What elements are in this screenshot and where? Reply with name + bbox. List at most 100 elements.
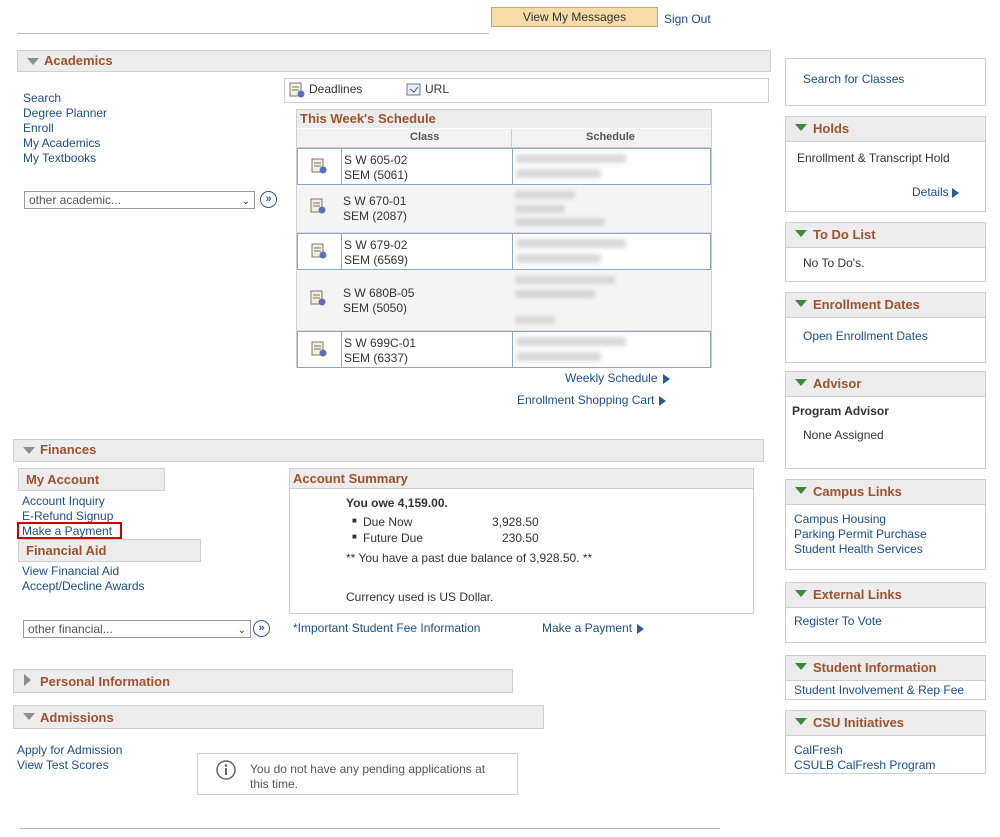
account-inquiry-link[interactable]: Account Inquiry: [22, 494, 105, 508]
student-info-pagelet: Student Information Student Involvement …: [785, 655, 986, 700]
search-classes-box: Search for Classes: [785, 58, 986, 106]
accept-decline-link[interactable]: Accept/Decline Awards: [22, 579, 145, 593]
financial-select[interactable]: other financial... ⌄: [23, 620, 251, 638]
sign-out-link[interactable]: Sign Out: [664, 12, 711, 26]
column-header-schedule: Schedule: [586, 131, 635, 143]
campus-links-pagelet: Campus Links Campus Housing Parking Perm…: [785, 479, 986, 570]
class-details-icon[interactable]: [311, 243, 327, 259]
academics-link-enroll[interactable]: Enroll: [23, 121, 54, 135]
header-divider: [511, 129, 512, 147]
academics-link-degree-planner[interactable]: Degree Planner: [23, 106, 107, 120]
redacted-schedule: [516, 337, 626, 346]
todo-pagelet: To Do List No To Do's.: [785, 222, 986, 282]
academics-link-my-textbooks[interactable]: My Textbooks: [23, 151, 96, 165]
arrow-right-icon: [662, 373, 670, 384]
view-messages-button[interactable]: View My Messages: [491, 7, 658, 27]
class-details-icon[interactable]: [310, 290, 326, 306]
table-row: S W 679-02 SEM (6569): [297, 233, 711, 270]
admissions-notice: You do not have any pending applications…: [197, 753, 518, 795]
search-classes-link[interactable]: Search for Classes: [803, 72, 904, 86]
collapse-icon: [795, 590, 807, 597]
e-refund-link[interactable]: E-Refund Signup: [22, 509, 113, 523]
table-row: S W 670-01 SEM (2087): [297, 185, 711, 233]
academic-select[interactable]: other academic... ⌄: [24, 191, 255, 209]
class-code: S W 670-01: [343, 194, 407, 208]
tab-url[interactable]: URL: [425, 82, 449, 96]
class-details-icon[interactable]: [310, 198, 326, 214]
table-row: S W 699C-01 SEM (6337): [297, 331, 711, 368]
weekly-schedule-link[interactable]: Weekly Schedule: [565, 371, 670, 385]
open-enrollment-dates-link[interactable]: Open Enrollment Dates: [803, 329, 928, 343]
academics-link-my-academics[interactable]: My Academics: [23, 136, 100, 150]
collapse-icon: [795, 300, 807, 307]
admissions-header[interactable]: Admissions: [13, 705, 544, 729]
external-links-header[interactable]: External Links: [786, 583, 985, 608]
class-section: SEM (5050): [343, 301, 408, 315]
tab-deadlines[interactable]: Deadlines: [309, 82, 362, 96]
collapse-icon: [795, 124, 807, 131]
collapse-icon: [795, 663, 807, 670]
arrow-right-icon: [951, 187, 959, 198]
class-section: SEM (6569): [344, 253, 409, 267]
todo-header[interactable]: To Do List: [786, 223, 985, 248]
chevron-down-icon: ⌄: [237, 625, 246, 636]
redacted-schedule: [515, 276, 615, 284]
view-test-scores-link[interactable]: View Test Scores: [17, 758, 109, 772]
due-now-value: 3,928.50: [492, 515, 539, 529]
view-financial-aid-link[interactable]: View Financial Aid: [22, 564, 119, 578]
my-account-header: My Account: [18, 468, 165, 491]
holds-header[interactable]: Holds: [786, 117, 985, 142]
calfresh-link[interactable]: CalFresh: [794, 743, 843, 757]
campus-links-header[interactable]: Campus Links: [786, 480, 985, 505]
finances-header[interactable]: Finances: [13, 439, 764, 462]
academics-link-search[interactable]: Search: [23, 91, 61, 105]
parking-permit-link[interactable]: Parking Permit Purchase: [794, 527, 927, 541]
student-involvement-link[interactable]: Student Involvement & Rep Fee: [794, 683, 964, 697]
personal-info-title: Personal Information: [40, 674, 171, 689]
campus-housing-link[interactable]: Campus Housing: [794, 512, 886, 526]
bullet-icon: ■: [352, 516, 357, 525]
register-vote-link[interactable]: Register To Vote: [794, 614, 882, 628]
advisor-header[interactable]: Advisor: [786, 372, 985, 397]
student-info-header[interactable]: Student Information: [786, 656, 985, 681]
csu-initiatives-header[interactable]: CSU Initiatives: [786, 711, 985, 736]
holds-details-link[interactable]: Details: [912, 185, 959, 199]
academics-tabs: Deadlines URL: [284, 78, 769, 103]
csu-initiatives-pagelet: CSU Initiatives CalFresh CSULB CalFresh …: [785, 710, 986, 774]
class-details-icon[interactable]: [311, 158, 327, 174]
notice-text: You do not have any pending applications…: [250, 762, 486, 791]
academics-title: Academics: [44, 53, 113, 68]
make-payment-summary-link[interactable]: Make a Payment: [542, 621, 645, 635]
holds-pagelet: Holds Enrollment & Transcript Hold Detai…: [785, 116, 986, 212]
future-due-value: 230.50: [502, 531, 539, 545]
due-now-label: Due Now: [363, 515, 413, 529]
todo-item: No To Do's.: [803, 256, 865, 270]
apply-admission-link[interactable]: Apply for Admission: [17, 743, 122, 757]
table-row: S W 605-02 SEM (5061): [297, 148, 711, 185]
collapse-icon: [795, 379, 807, 386]
academic-go-button[interactable]: »: [260, 191, 277, 208]
personal-info-header[interactable]: Personal Information: [13, 669, 513, 693]
class-section: SEM (5061): [344, 168, 409, 182]
class-details-icon[interactable]: [311, 341, 327, 357]
enrollment-dates-header[interactable]: Enrollment Dates: [786, 293, 985, 318]
weekly-schedule-grid: This Week's Schedule Class Schedule S W …: [296, 109, 712, 368]
make-payment-link[interactable]: Make a Payment: [22, 524, 112, 538]
csulb-calfresh-link[interactable]: CSULB CalFresh Program: [794, 758, 935, 772]
student-health-link[interactable]: Student Health Services: [794, 542, 923, 556]
top-divider: [17, 33, 489, 34]
table-row: S W 680B-05 SEM (5050): [297, 270, 711, 331]
enrollment-dates-pagelet: Enrollment Dates Open Enrollment Dates: [785, 292, 986, 363]
admissions-title: Admissions: [40, 710, 114, 725]
financial-go-button[interactable]: »: [253, 620, 270, 637]
schedule-header-row: Class Schedule: [297, 129, 711, 148]
financial-select-value: other financial...: [28, 622, 113, 636]
redacted-schedule: [516, 154, 626, 163]
account-summary-header: Account Summary: [290, 469, 753, 489]
academics-header[interactable]: Academics: [17, 50, 771, 72]
fee-info-link[interactable]: *Important Student Fee Information: [293, 621, 480, 635]
academic-select-value: other academic...: [29, 193, 122, 207]
shopping-cart-link[interactable]: Enrollment Shopping Cart: [517, 393, 667, 407]
bottom-divider: [20, 828, 720, 829]
financial-aid-header: Financial Aid: [18, 539, 201, 562]
